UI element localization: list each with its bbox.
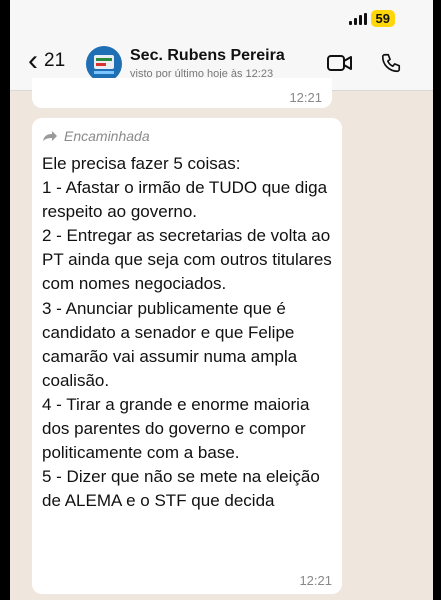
contact-name[interactable]: Sec. Rubens Pereira — [130, 47, 285, 65]
forward-arrow-icon — [43, 131, 57, 141]
voice-call-button[interactable] — [380, 52, 402, 79]
forwarded-text: Encaminhada — [64, 128, 150, 144]
video-camera-icon — [327, 55, 352, 71]
message-text: Ele precisa fazer 5 coisas: 1 - Afastar … — [42, 154, 332, 511]
avatar[interactable] — [86, 46, 122, 82]
phone-icon — [381, 53, 401, 73]
message-time: 12:21 — [289, 90, 322, 105]
chat-screen: ◠ 59 ‹ 21 Sec. Rubens Pereira visto por … — [10, 0, 433, 600]
back-button[interactable]: ‹ 21 — [28, 46, 65, 76]
message-time: 12:21 — [299, 573, 332, 588]
battery-icon: 59 — [370, 10, 395, 27]
previous-message-bubble[interactable]: 12:21 — [32, 78, 332, 108]
forwarded-label: Encaminhada — [42, 128, 150, 144]
chevron-left-icon: ‹ — [28, 44, 38, 77]
message-bubble[interactable]: Encaminhada Ele precisa fazer 5 coisas: … — [32, 118, 342, 594]
unread-count: 21 — [44, 50, 66, 71]
signal-icon — [349, 13, 368, 25]
video-call-button[interactable] — [327, 54, 353, 77]
status-bar: ◠ 59 — [10, 0, 433, 38]
